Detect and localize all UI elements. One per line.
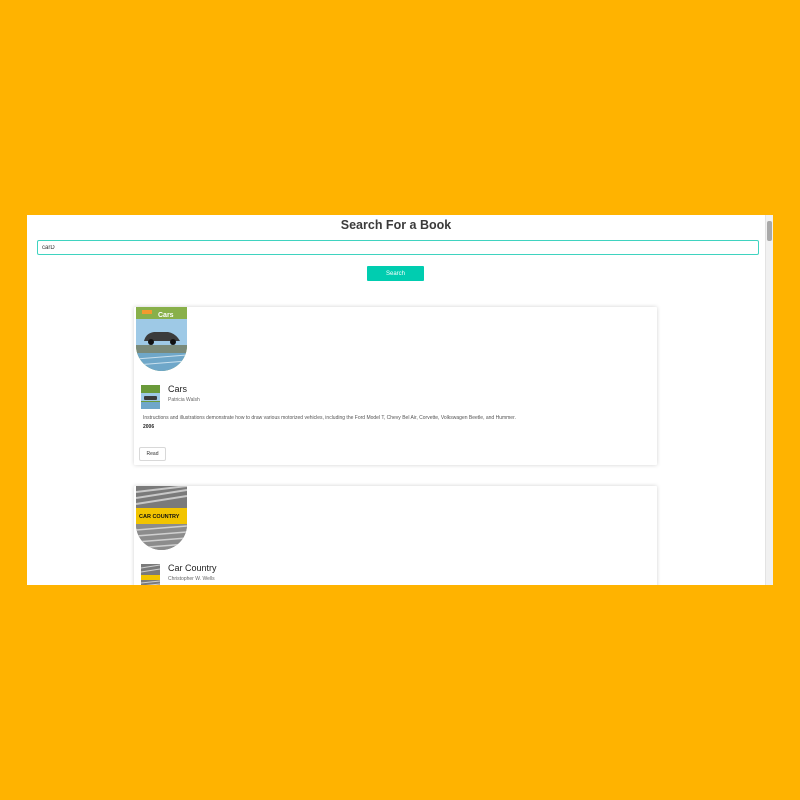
book-card: CAR COUNTRY Car Country Christopher W. W… [134, 486, 657, 585]
book-title[interactable]: Car Country [168, 563, 217, 573]
search-button[interactable]: Search [367, 266, 424, 281]
page-title: Search For a Book [340, 218, 452, 232]
book-year: 2006 [143, 424, 155, 430]
book-title[interactable]: Cars [168, 384, 187, 394]
book-cover-image: Cars [136, 307, 187, 371]
scrollbar-thumb[interactable] [767, 221, 772, 241]
svg-text:CAR COUNTRY: CAR COUNTRY [139, 514, 180, 520]
read-button[interactable]: Read [139, 447, 166, 461]
book-thumbnail [141, 564, 160, 585]
scrollbar[interactable] [765, 215, 773, 585]
book-author: Patricia Walsh [168, 397, 200, 403]
book-author: Christopher W. Wells [168, 576, 215, 582]
svg-text:Cars: Cars [158, 312, 174, 319]
book-card: Cars Cars Patricia Walsh Instructions an… [134, 307, 657, 465]
book-thumbnail [141, 385, 160, 409]
book-cover-image: CAR COUNTRY [136, 486, 187, 550]
book-description: Instructions and illustrations demonstra… [143, 415, 516, 421]
search-input[interactable] [37, 240, 759, 255]
browser-window: Search For a Book Search Cars [27, 215, 773, 585]
